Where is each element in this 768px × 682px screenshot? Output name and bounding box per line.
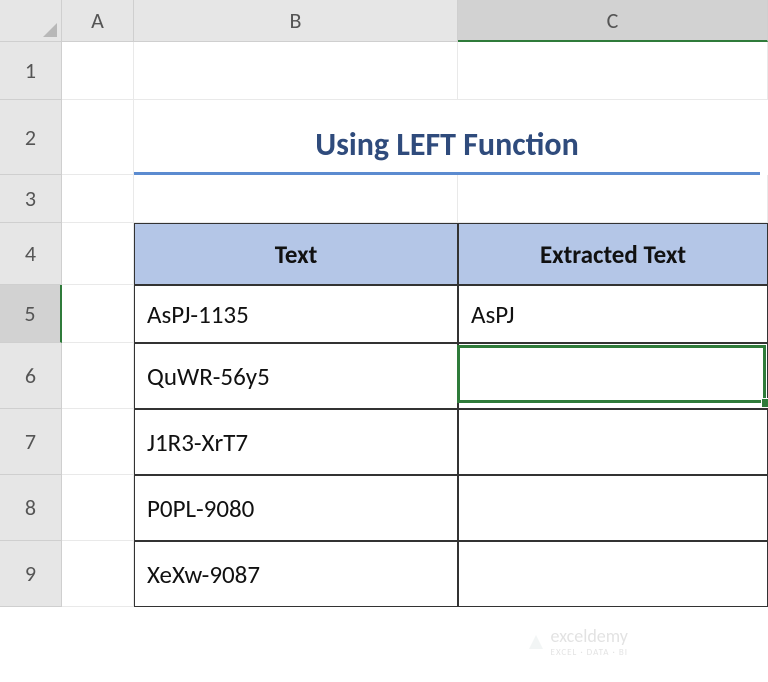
cell-a1[interactable] <box>62 42 134 100</box>
row-header-5[interactable]: 5 <box>0 285 62 343</box>
table-row[interactable]: AsPJ-1135 <box>134 285 458 343</box>
row-header-2[interactable]: 2 <box>0 100 62 175</box>
column-header-a[interactable]: A <box>62 0 134 42</box>
table-row[interactable]: AsPJ <box>458 285 768 343</box>
cell-c3[interactable] <box>458 175 768 223</box>
cell-a6[interactable] <box>62 343 134 409</box>
cell-a8[interactable] <box>62 475 134 541</box>
table-row[interactable] <box>458 409 768 475</box>
row-header-6[interactable]: 6 <box>0 343 62 409</box>
cell-c1[interactable] <box>458 42 768 100</box>
row-header-7[interactable]: 7 <box>0 409 62 475</box>
table-row[interactable] <box>458 541 768 607</box>
row-header-4[interactable]: 4 <box>0 223 62 285</box>
cell-a9[interactable] <box>62 541 134 607</box>
table-row[interactable] <box>458 475 768 541</box>
select-all-corner[interactable] <box>0 0 62 42</box>
cell-a5[interactable] <box>62 285 134 343</box>
table-row[interactable]: QuWR-56y5 <box>134 343 458 409</box>
row-header-9[interactable]: 9 <box>0 541 62 607</box>
table-row[interactable] <box>458 343 768 409</box>
table-header-text[interactable]: Text <box>134 223 458 285</box>
row-header-8[interactable]: 8 <box>0 475 62 541</box>
cell-a2[interactable] <box>62 100 134 175</box>
cell-a7[interactable] <box>62 409 134 475</box>
row-header-1[interactable]: 1 <box>0 42 62 100</box>
cell-a3[interactable] <box>62 175 134 223</box>
column-header-c[interactable]: C <box>458 0 768 42</box>
select-all-icon <box>43 23 57 37</box>
table-row[interactable]: P0PL-9080 <box>134 475 458 541</box>
table-header-extracted[interactable]: Extracted Text <box>458 223 768 285</box>
cell-b1[interactable] <box>134 42 458 100</box>
row-header-3[interactable]: 3 <box>0 175 62 223</box>
column-header-b[interactable]: B <box>134 0 458 42</box>
table-row[interactable]: XeXw-9087 <box>134 541 458 607</box>
table-row[interactable]: J1R3-XrT7 <box>134 409 458 475</box>
title-cell[interactable]: Using LEFT Function <box>134 100 760 175</box>
cell-b3[interactable] <box>134 175 458 223</box>
cell-a4[interactable] <box>62 223 134 285</box>
